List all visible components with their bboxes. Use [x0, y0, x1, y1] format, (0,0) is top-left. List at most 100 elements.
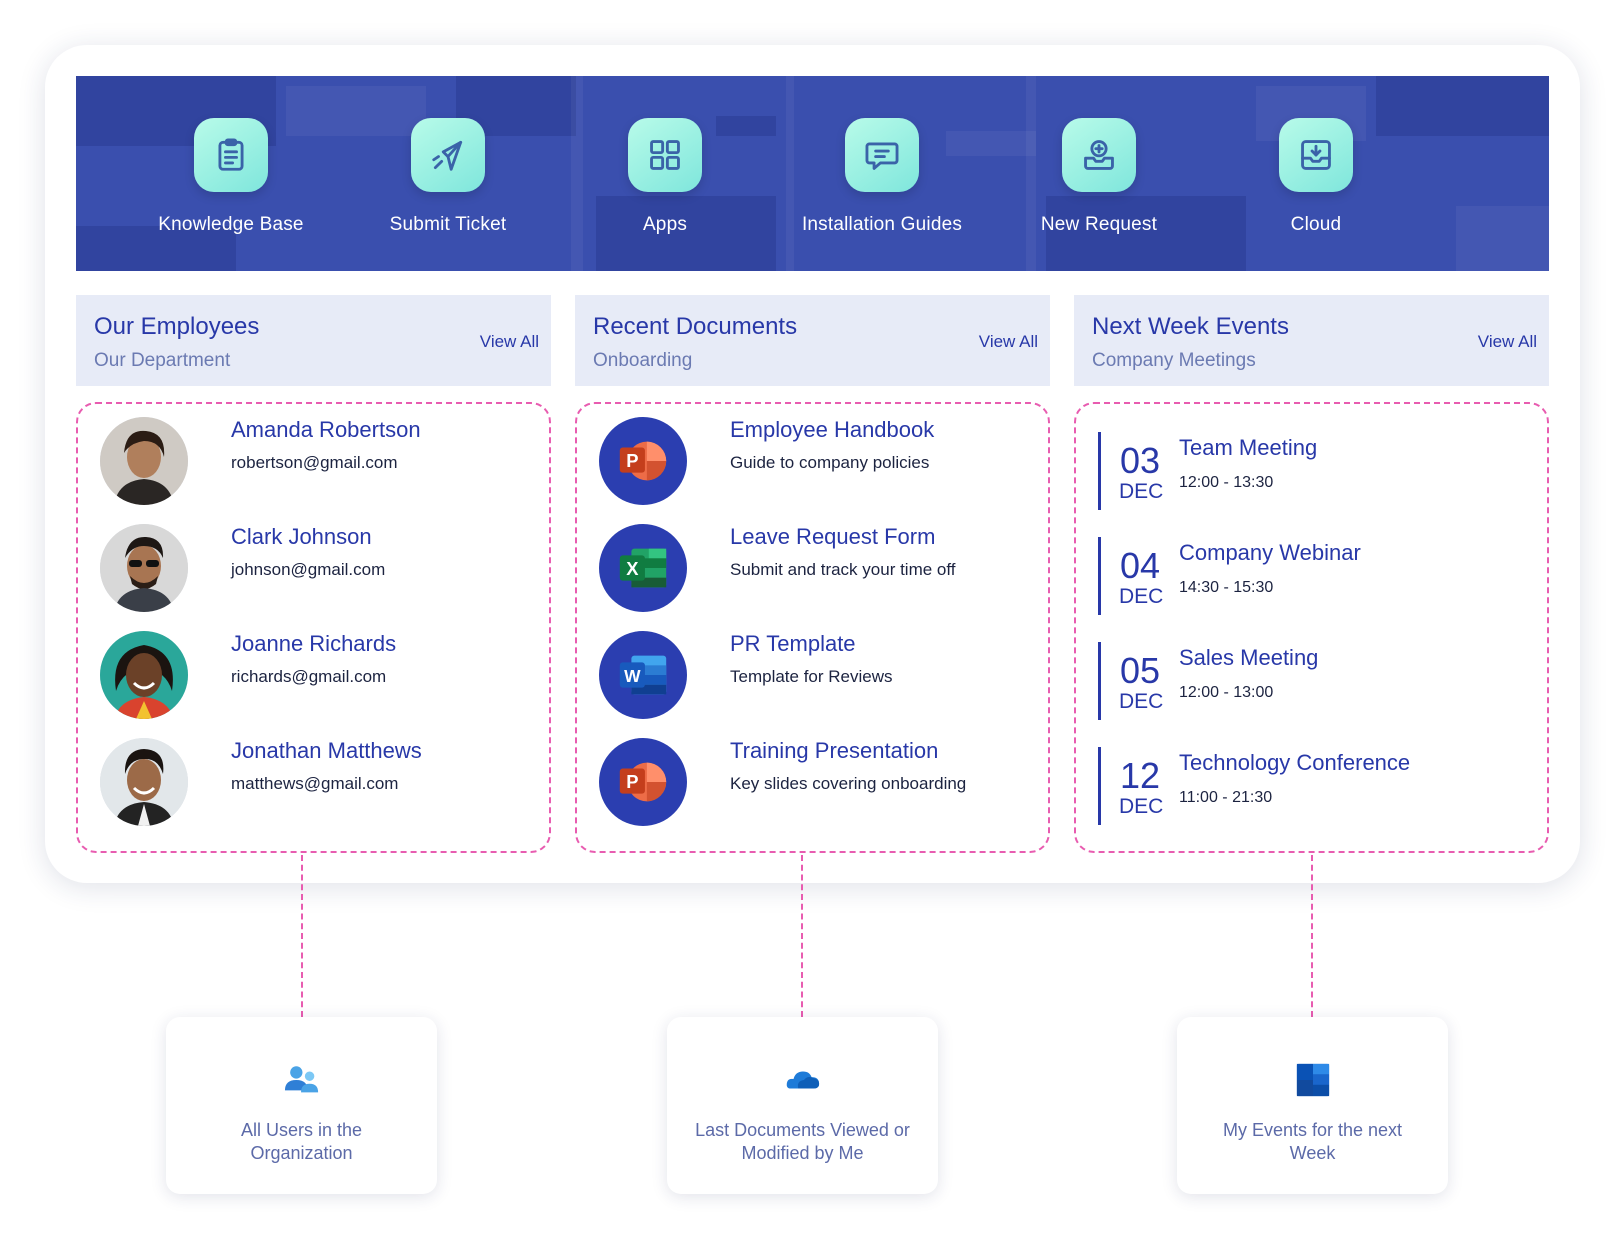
word-icon: W [599, 631, 687, 719]
panel-subtitle: Onboarding [593, 350, 693, 371]
excel-icon: X [599, 524, 687, 612]
event-time: 12:00 - 13:30 [1179, 474, 1274, 491]
source-card-users: All Users in the Organization [166, 1017, 437, 1194]
employee-email: matthews@gmail.com [231, 774, 399, 793]
document-row[interactable]: P Training Presentation Key slides cover… [599, 738, 1029, 828]
avatar [100, 524, 188, 612]
employee-email: johnson@gmail.com [231, 560, 386, 579]
employee-row[interactable]: Amanda Robertson robertson@gmail.com [100, 417, 520, 507]
event-row[interactable]: 03 DEC Team Meeting 12:00 - 13:30 [1098, 432, 1538, 510]
documents-panel-header: Recent Documents Onboarding View All [575, 295, 1050, 386]
outlook-calendar-icon [1294, 1061, 1332, 1099]
quick-link-new-request[interactable]: New Request [984, 118, 1214, 258]
document-description: Guide to company policies [730, 453, 930, 472]
document-name[interactable]: Employee Handbook [730, 417, 934, 443]
document-description: Key slides covering onboarding [730, 774, 967, 793]
view-all-link[interactable]: View All [979, 332, 1038, 352]
quick-link-submit-ticket[interactable]: Submit Ticket [333, 118, 563, 258]
document-row[interactable]: P Employee Handbook Guide to company pol… [599, 417, 1029, 507]
source-card-events: My Events for the next Week [1177, 1017, 1448, 1194]
event-row[interactable]: 05 DEC Sales Meeting 12:00 - 13:00 [1098, 642, 1538, 720]
event-title[interactable]: Team Meeting [1179, 435, 1317, 461]
quick-link-apps[interactable]: Apps [550, 118, 780, 258]
event-time: 12:00 - 13:00 [1179, 684, 1274, 701]
quick-link-cloud[interactable]: Cloud [1201, 118, 1431, 258]
document-name[interactable]: Training Presentation [730, 738, 938, 764]
event-title[interactable]: Technology Conference [1179, 750, 1410, 776]
event-month: DEC [1119, 690, 1164, 713]
event-row[interactable]: 12 DEC Technology Conference 11:00 - 21:… [1098, 747, 1538, 825]
event-time: 11:00 - 21:30 [1179, 789, 1273, 806]
employee-row[interactable]: Clark Johnson johnson@gmail.com [100, 524, 520, 614]
paper-plane-icon [411, 118, 485, 192]
quick-link-knowledge-base[interactable]: Knowledge Base [116, 118, 346, 258]
employee-name[interactable]: Jonathan Matthews [231, 738, 422, 764]
panel-title: Our Employees [94, 313, 260, 340]
document-name[interactable]: PR Template [730, 631, 856, 657]
avatar [100, 631, 188, 719]
panel-subtitle: Company Meetings [1092, 350, 1256, 371]
svg-text:W: W [624, 666, 641, 686]
event-accent-bar [1098, 432, 1101, 510]
document-row[interactable]: X Leave Request Form Submit and track yo… [599, 524, 1029, 614]
documents-list: P Employee Handbook Guide to company pol… [575, 402, 1050, 853]
quick-link-label: Submit Ticket [389, 214, 507, 235]
quick-link-label: New Request [1040, 214, 1158, 235]
events-list: 03 DEC Team Meeting 12:00 - 13:30 04 DEC… [1074, 402, 1549, 853]
svg-text:P: P [626, 450, 638, 471]
event-day: 03 [1120, 440, 1161, 481]
event-row[interactable]: 04 DEC Company Webinar 14:30 - 15:30 [1098, 537, 1538, 615]
intranet-widget-overview: Knowledge Base Submit Ticket Apps Instal… [0, 0, 1617, 1242]
event-day: 12 [1120, 755, 1161, 796]
event-accent-bar [1098, 747, 1101, 825]
employee-email: richards@gmail.com [231, 667, 387, 686]
quick-link-label: Cloud [1290, 214, 1342, 235]
event-month: DEC [1119, 480, 1164, 503]
source-card-documents: Last Documents Viewed or Modified by Me [667, 1017, 938, 1194]
event-time: 14:30 - 15:30 [1179, 579, 1274, 596]
quick-links-banner: Knowledge Base Submit Ticket Apps Instal… [76, 76, 1549, 271]
users-icon [283, 1061, 321, 1099]
employee-name[interactable]: Amanda Robertson [231, 417, 421, 443]
employee-row[interactable]: Jonathan Matthews matthews@gmail.com [100, 738, 520, 828]
document-name[interactable]: Leave Request Form [730, 524, 935, 550]
quick-link-label: Installation Guides [801, 214, 963, 235]
employee-name[interactable]: Clark Johnson [231, 524, 372, 550]
panel-title: Next Week Events [1092, 313, 1289, 340]
document-row[interactable]: W PR Template Template for Reviews [599, 631, 1029, 721]
avatar [100, 417, 188, 505]
quick-link-installation-guides[interactable]: Installation Guides [767, 118, 997, 258]
grid-icon [628, 118, 702, 192]
view-all-link[interactable]: View All [480, 332, 539, 352]
event-month: DEC [1119, 585, 1164, 608]
quick-link-label: Knowledge Base [158, 214, 304, 235]
view-all-link[interactable]: View All [1478, 332, 1537, 352]
employees-panel-header: Our Employees Our Department View All [76, 295, 551, 386]
event-day: 04 [1120, 545, 1161, 586]
document-description: Submit and track your time off [730, 560, 956, 579]
source-card-label: My Events for the next Week [1222, 1120, 1403, 1163]
onedrive-cloud-icon [784, 1061, 822, 1099]
event-day: 05 [1120, 650, 1161, 691]
svg-text:X: X [626, 558, 639, 579]
employees-connector [301, 855, 303, 1017]
powerpoint-icon: P [599, 738, 687, 826]
documents-connector [801, 855, 803, 1017]
event-accent-bar [1098, 642, 1101, 720]
employees-list: Amanda Robertson robertson@gmail.com Cla… [76, 402, 551, 853]
clipboard-icon [194, 118, 268, 192]
download-tray-icon [1279, 118, 1353, 192]
event-title[interactable]: Sales Meeting [1179, 645, 1318, 671]
employee-row[interactable]: Joanne Richards richards@gmail.com [100, 631, 520, 721]
document-description: Template for Reviews [730, 667, 893, 686]
source-card-label: All Users in the Organization [240, 1120, 363, 1163]
avatar [100, 738, 188, 826]
powerpoint-icon: P [599, 417, 687, 505]
panel-title: Recent Documents [593, 313, 798, 340]
employee-name[interactable]: Joanne Richards [231, 631, 396, 657]
event-month: DEC [1119, 795, 1164, 818]
source-card-label: Last Documents Viewed or Modified by Me [695, 1120, 910, 1163]
event-title[interactable]: Company Webinar [1179, 540, 1361, 566]
chat-bubble-icon [845, 118, 919, 192]
event-accent-bar [1098, 537, 1101, 615]
